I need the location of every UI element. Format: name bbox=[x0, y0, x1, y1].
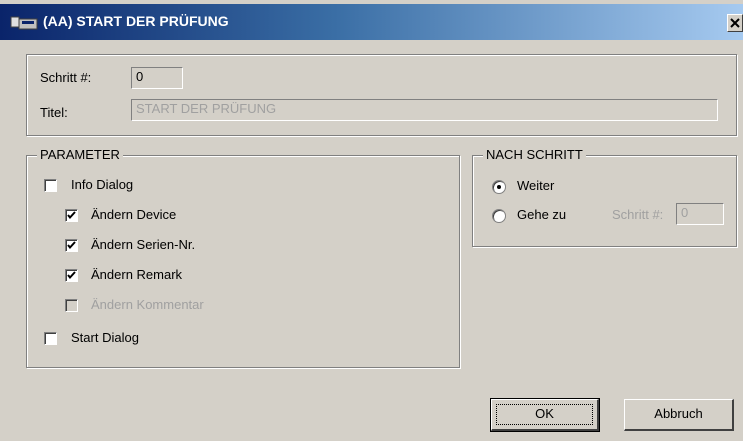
info-dialog-checkbox[interactable] bbox=[44, 179, 57, 192]
ok-button-label: OK bbox=[535, 406, 554, 421]
step-label: Schritt #: bbox=[40, 70, 92, 85]
start-dialog-label[interactable]: Start Dialog bbox=[71, 330, 139, 346]
parameter-legend: PARAMETER bbox=[37, 147, 123, 163]
dialog-app-icon bbox=[10, 16, 38, 30]
cancel-button[interactable]: Abbruch bbox=[624, 399, 734, 431]
change-serial-label[interactable]: Ändern Serien-Nr. bbox=[91, 237, 195, 253]
title-label: Titel: bbox=[40, 105, 68, 120]
close-icon bbox=[730, 18, 740, 28]
cancel-button-label: Abbruch bbox=[654, 406, 703, 421]
continue-radio[interactable] bbox=[492, 180, 506, 194]
dialog-window: (AA) START DER PRÜFUNG Schritt #: 0 Tite… bbox=[0, 0, 743, 441]
goto-step-field[interactable]: 0 bbox=[676, 203, 724, 225]
checkmark-icon bbox=[67, 241, 76, 250]
start-dialog-checkbox[interactable] bbox=[44, 332, 57, 345]
next-step-legend: NACH SCHRITT bbox=[483, 147, 586, 163]
title-bar[interactable]: (AA) START DER PRÜFUNG bbox=[0, 4, 743, 40]
continue-label[interactable]: Weiter bbox=[517, 178, 554, 194]
step-number-field[interactable]: 0 bbox=[131, 67, 183, 89]
close-button[interactable] bbox=[727, 14, 743, 32]
info-dialog-label[interactable]: Info Dialog bbox=[71, 177, 133, 193]
goto-radio[interactable] bbox=[492, 209, 506, 223]
window-title: (AA) START DER PRÜFUNG bbox=[43, 13, 229, 29]
change-comment-checkbox[interactable] bbox=[65, 299, 78, 312]
change-remark-label[interactable]: Ändern Remark bbox=[91, 267, 182, 283]
checkmark-icon bbox=[67, 271, 76, 280]
change-device-label[interactable]: Ändern Device bbox=[91, 207, 176, 223]
title-field[interactable]: START DER PRÜFUNG bbox=[131, 99, 718, 121]
change-remark-checkbox[interactable] bbox=[65, 269, 78, 282]
checkmark-icon bbox=[67, 211, 76, 220]
change-comment-label[interactable]: Ändern Kommentar bbox=[91, 297, 204, 313]
next-step-group: NACH SCHRITT bbox=[472, 147, 737, 247]
change-serial-checkbox[interactable] bbox=[65, 239, 78, 252]
radio-selected-dot bbox=[497, 185, 501, 189]
goto-label[interactable]: Gehe zu bbox=[517, 207, 566, 223]
ok-button[interactable]: OK bbox=[490, 398, 600, 432]
goto-step-label: Schritt #: bbox=[612, 207, 664, 222]
change-device-checkbox[interactable] bbox=[65, 209, 78, 222]
